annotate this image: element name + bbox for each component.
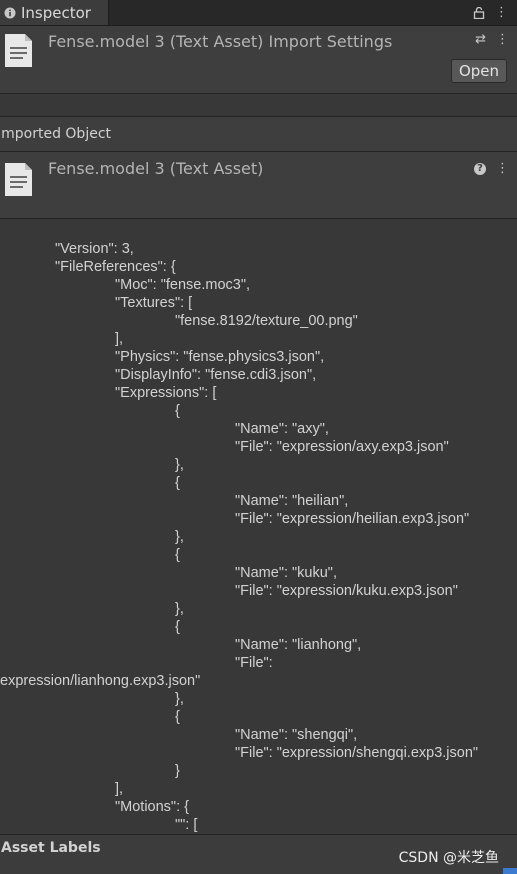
code-line: "File": "expression/heilian.exp3.json" [235,511,470,527]
code-line: "Name": "kuku", [235,565,337,581]
code-line: } [175,763,180,779]
settings-sliders-icon[interactable]: ⇄ [475,32,486,47]
code-line: }, [175,601,184,617]
code-line: expression/lianhong.exp3.json" [0,673,201,689]
asset-header: Fense.model 3 (Text Asset) ? ⋮ [0,152,517,219]
code-line: "Name": "axy", [235,421,329,437]
code-line: { [175,619,180,635]
code-line: "File": "expression/shengqi.exp3.json" [235,745,479,761]
code-line: }, [175,691,184,707]
open-button[interactable]: Open [451,59,507,83]
code-line: "File": [235,655,273,671]
more-vertical-icon[interactable]: ⋮ [495,5,508,20]
code-line: "fense.8192/texture_00.png" [175,313,358,329]
info-icon [4,7,16,18]
code-line: { [175,475,180,491]
text-asset-icon [5,34,32,67]
lock-icon[interactable] [473,6,485,19]
text-asset-preview[interactable]: "Version": 3, "FileReferences": { "Moc":… [0,219,517,834]
code-line: "File": "expression/kuku.exp3.json" [235,583,458,599]
code-line: "Textures": [ [115,295,193,311]
asset-labels-bar[interactable]: Asset Labels CSDN @米芝鱼 [0,834,517,874]
code-line: ], [115,781,124,797]
code-line: "DisplayInfo": "fense.cdi3.json", [115,367,317,383]
code-line: ], [115,331,124,347]
code-line: }, [175,529,184,545]
code-line: "Expressions": [ [115,385,217,401]
code-line: "": [ [175,817,198,833]
code-line: "Motions": { [115,799,189,815]
import-settings-header: Fense.model 3 (Text Asset) Import Settin… [0,26,517,94]
code-line: { [175,547,180,563]
more-vertical-icon[interactable]: ⋮ [496,161,509,176]
code-line: "Physics": "fense.physics3.json", [115,349,325,365]
imported-object-section[interactable]: Imported Object [0,117,517,152]
code-line: "Name": "lianhong", [235,637,362,653]
code-line: "File": "expression/axy.exp3.json" [235,439,449,455]
more-vertical-icon[interactable]: ⋮ [496,32,509,47]
watermark: CSDN @米芝鱼 [398,850,499,866]
asset-title: Fense.model 3 (Text Asset) [48,159,264,178]
section-label: Imported Object [0,126,112,142]
help-icon[interactable]: ? [474,162,486,175]
import-settings-title: Fense.model 3 (Text Asset) Import Settin… [48,32,393,51]
code-line: { [175,709,180,725]
code-line: { [175,403,180,419]
tab-bar: Inspector ⋮ [0,0,517,26]
code-line: "Moc": "fense.moc3", [115,277,251,293]
code-line: "Version": 3, [55,241,134,257]
code-line: "Name": "shengqi", [235,727,358,743]
separator [0,94,517,117]
tab-inspector[interactable]: Inspector [0,0,109,25]
scroll-corner [503,868,517,874]
text-asset-icon [5,163,32,196]
code-line: "Name": "heilian", [235,493,349,509]
code-line: "FileReferences": { [55,259,176,275]
tab-label: Inspector [21,3,91,22]
asset-labels-title: Asset Labels [1,840,101,856]
code-line: }, [175,457,184,473]
